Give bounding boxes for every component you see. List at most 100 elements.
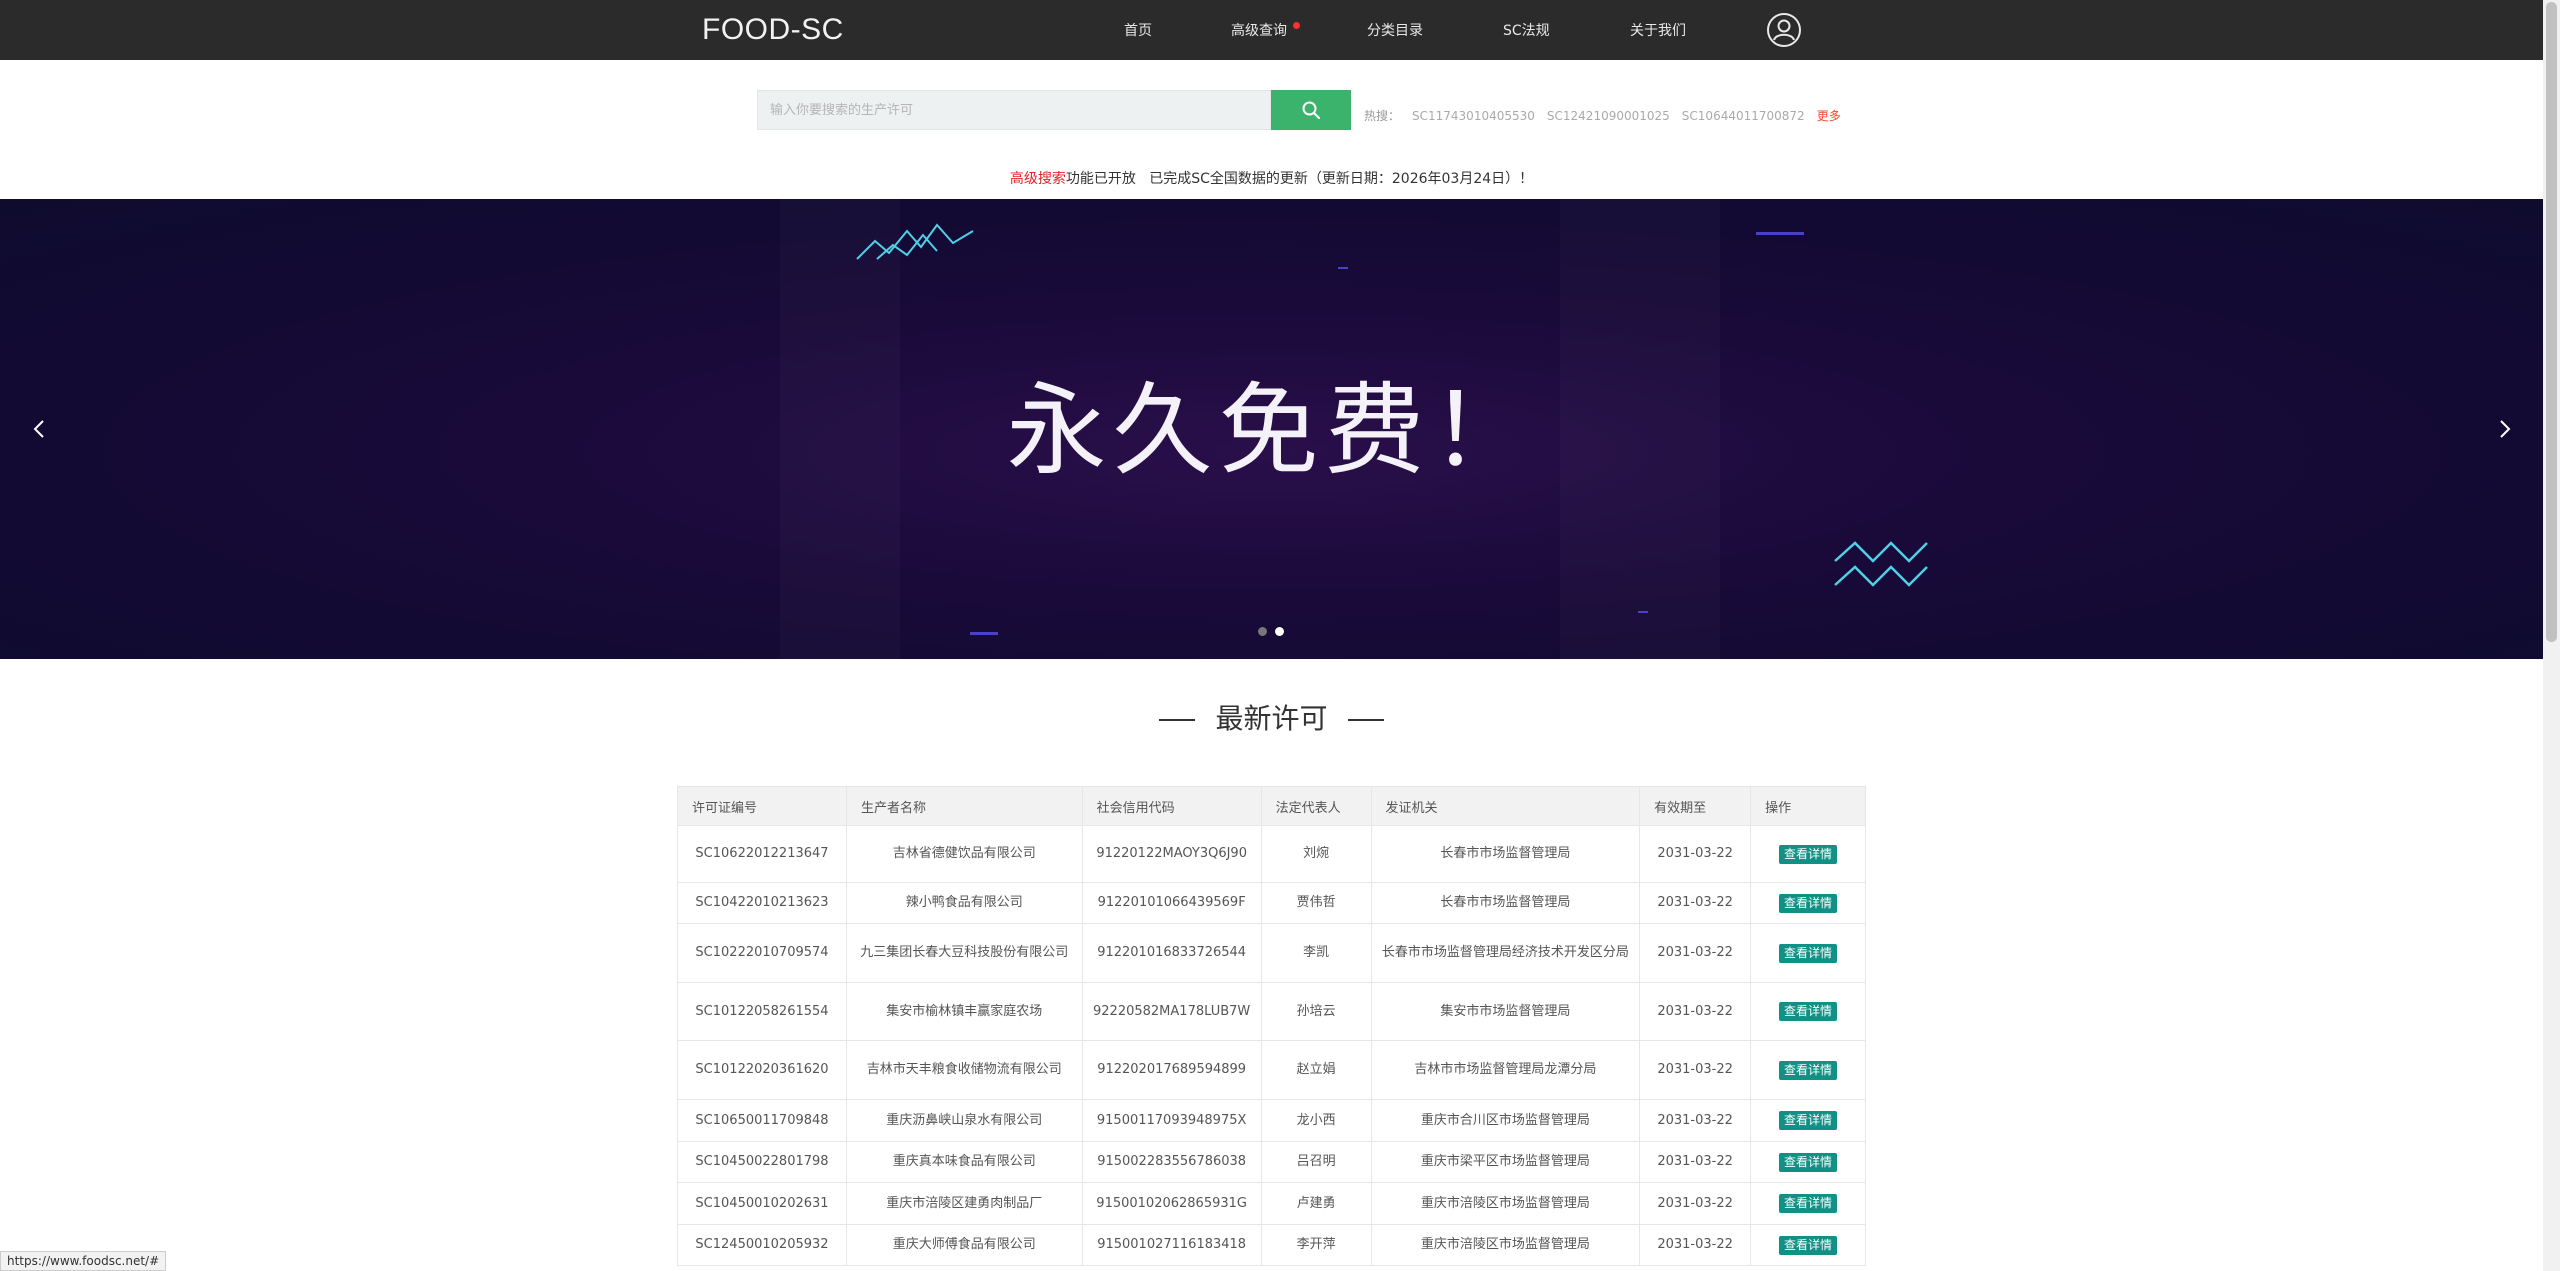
- permit-number: SC10450022801798: [677, 1141, 847, 1183]
- issuing-authority: 重庆市涪陵区市场监督管理局: [1370, 1224, 1641, 1266]
- action-cell: 查看详情: [1750, 882, 1866, 924]
- action-cell: 查看详情: [1750, 1224, 1866, 1266]
- credit-code: 91500117093948975X: [1081, 1099, 1262, 1142]
- issuing-authority: 长春市市场监督管理局经济技术开发区分局: [1370, 923, 1641, 983]
- permit-number: SC10122020361620: [677, 1040, 847, 1100]
- view-details-button[interactable]: 查看详情: [1779, 1235, 1838, 1255]
- view-details-button[interactable]: 查看详情: [1779, 844, 1838, 864]
- table-header-row: 许可证编号 生产者名称 社会信用代码 法定代表人 发证机关 有效期至 操作: [677, 786, 1866, 826]
- site-logo[interactable]: FOOD-SC: [702, 13, 844, 47]
- action-cell: 查看详情: [1750, 1099, 1866, 1142]
- valid-until: 2031-03-22: [1639, 1224, 1752, 1266]
- legal-representative: 贾伟哲: [1260, 882, 1372, 924]
- hot-search-item[interactable]: SC11743010405530: [1412, 109, 1535, 123]
- table-row: SC10650011709848 重庆沥鼻峡山泉水有限公司 9150011709…: [677, 1099, 1866, 1142]
- permit-number: SC10650011709848: [677, 1099, 847, 1142]
- view-details-button[interactable]: 查看详情: [1779, 1194, 1838, 1213]
- more-link[interactable]: 更多: [1817, 109, 1841, 123]
- permit-number: SC12450010205932: [677, 1224, 847, 1266]
- carousel-indicators: [1258, 627, 1284, 636]
- view-details-button[interactable]: 查看详情: [1779, 893, 1838, 913]
- user-icon[interactable]: [1766, 12, 1802, 48]
- view-details-button[interactable]: 查看详情: [1779, 1060, 1838, 1080]
- table-row: SC10622012213647 吉林省德健饮品有限公司 91220122MAO…: [677, 825, 1866, 883]
- view-details-button[interactable]: 查看详情: [1779, 1152, 1838, 1172]
- action-cell: 查看详情: [1750, 825, 1866, 883]
- banner-carousel: 永久免费！: [0, 199, 2543, 659]
- new-badge-dot: [1293, 22, 1300, 29]
- valid-until: 2031-03-22: [1639, 1040, 1752, 1100]
- valid-until: 2031-03-22: [1639, 1182, 1752, 1225]
- table-row: SC10122058261554 集安市榆林镇丰赢家庭农场 92220582MA…: [677, 982, 1866, 1041]
- legal-representative: 孙培云: [1260, 982, 1372, 1041]
- hot-search-item[interactable]: SC10644011700872: [1682, 109, 1805, 123]
- search-input[interactable]: [757, 90, 1271, 130]
- credit-code: 91500102062865931G: [1081, 1182, 1262, 1225]
- view-details-button[interactable]: 查看详情: [1779, 1002, 1838, 1021]
- column-header: 操作: [1750, 786, 1866, 826]
- credit-code: 91220122MAOY3Q6J90: [1081, 825, 1262, 883]
- permit-number: SC10422010213623: [677, 882, 847, 924]
- valid-until: 2031-03-22: [1639, 982, 1752, 1041]
- credit-code: 92220582MA178LUB7W: [1081, 982, 1262, 1041]
- notice-bar: 高级搜索功能已开放 已完成SC全国数据的更新（更新日期：2026年03月24日）…: [0, 168, 2543, 188]
- producer-name: 集安市榆林镇丰赢家庭农场: [845, 982, 1083, 1041]
- view-details-button[interactable]: 查看详情: [1779, 943, 1838, 963]
- legal-representative: 卢建勇: [1260, 1182, 1372, 1225]
- legal-representative: 刘焥: [1260, 825, 1372, 883]
- valid-until: 2031-03-22: [1639, 1099, 1752, 1142]
- producer-name: 吉林市天丰粮食收储物流有限公司: [845, 1040, 1083, 1100]
- nav-sc-regulations[interactable]: SC法规: [1503, 20, 1550, 40]
- banner-decoration: [1638, 611, 1648, 613]
- view-details-button[interactable]: 查看详情: [1779, 1111, 1838, 1130]
- producer-name: 辣小鸭食品有限公司: [845, 882, 1083, 924]
- browser-status-bar: https://www.foodsc.net/#: [0, 1251, 167, 1271]
- carousel-dot[interactable]: [1275, 627, 1284, 636]
- notice-highlight-link[interactable]: 高级搜索: [1010, 171, 1066, 187]
- section-title-text: 最新许可: [1215, 702, 1328, 735]
- issuing-authority: 重庆市梁平区市场监督管理局: [1370, 1141, 1641, 1183]
- hot-search-item[interactable]: SC12421090001025: [1547, 109, 1670, 123]
- notice-update-text: 已完成SC全国数据的更新（更新日期：2026年03月24日）！: [1149, 171, 1534, 187]
- nav-home[interactable]: 首页: [1124, 20, 1152, 40]
- chevron-right-icon[interactable]: [2490, 414, 2520, 444]
- nav-about-us[interactable]: 关于我们: [1630, 20, 1686, 40]
- title-divider: [1347, 719, 1384, 721]
- issuing-authority: 长春市市场监督管理局: [1370, 882, 1641, 924]
- table-row: SC10222010709574 九三集团长春大豆科技股份有限公司 912201…: [677, 923, 1866, 983]
- table-row: SC12450010205932 重庆大师傅食品有限公司 91500102711…: [677, 1224, 1866, 1266]
- table-row: SC10450010202631 重庆市涪陵区建勇肉制品厂 9150010206…: [677, 1182, 1866, 1225]
- column-header: 法定代表人: [1260, 786, 1372, 826]
- credit-code: 915001027116183418: [1081, 1224, 1262, 1266]
- scrollbar-thumb[interactable]: [2546, 2, 2557, 642]
- issuing-authority: 重庆市涪陵区市场监督管理局: [1370, 1182, 1641, 1225]
- credit-code: 912202017689594899: [1081, 1040, 1262, 1100]
- chevron-left-icon[interactable]: [24, 414, 54, 444]
- banner-decoration: [970, 632, 998, 635]
- column-header: 有效期至: [1639, 786, 1752, 826]
- table-row: SC10450022801798 重庆真本味食品有限公司 91500228355…: [677, 1141, 1866, 1183]
- notice-text: 功能已开放: [1065, 171, 1136, 187]
- hot-search-label: 热搜：: [1364, 109, 1401, 123]
- legal-representative: 李开萍: [1260, 1224, 1372, 1266]
- nav-category[interactable]: 分类目录: [1367, 20, 1423, 40]
- legal-representative: 赵立娟: [1260, 1040, 1372, 1100]
- column-header: 发证机关: [1370, 786, 1641, 826]
- search-button[interactable]: [1271, 90, 1351, 130]
- valid-until: 2031-03-22: [1639, 825, 1752, 883]
- valid-until: 2031-03-22: [1639, 1141, 1752, 1183]
- permit-number: SC10450010202631: [677, 1182, 847, 1225]
- permit-number: SC10622012213647: [677, 825, 847, 883]
- zigzag-decoration: [856, 223, 974, 260]
- credit-code: 912201016833726544: [1081, 923, 1262, 983]
- search-icon: [1302, 101, 1321, 120]
- action-cell: 查看详情: [1750, 982, 1866, 1041]
- legal-representative: 李凯: [1260, 923, 1372, 983]
- hot-searches: 热搜： SC11743010405530 SC12421090001025 SC106…: [1364, 107, 1841, 124]
- nav-advanced-search[interactable]: 高级查询: [1231, 20, 1287, 40]
- action-cell: 查看详情: [1750, 1040, 1866, 1100]
- top-navbar: FOOD-SC 首页 高级查询 分类目录 SC法规 关于我们: [0, 0, 2543, 60]
- carousel-dot[interactable]: [1258, 627, 1267, 636]
- zigzag-decoration: [1834, 541, 1928, 587]
- table-row: SC10122020361620 吉林市天丰粮食收储物流有限公司 9122020…: [677, 1040, 1866, 1100]
